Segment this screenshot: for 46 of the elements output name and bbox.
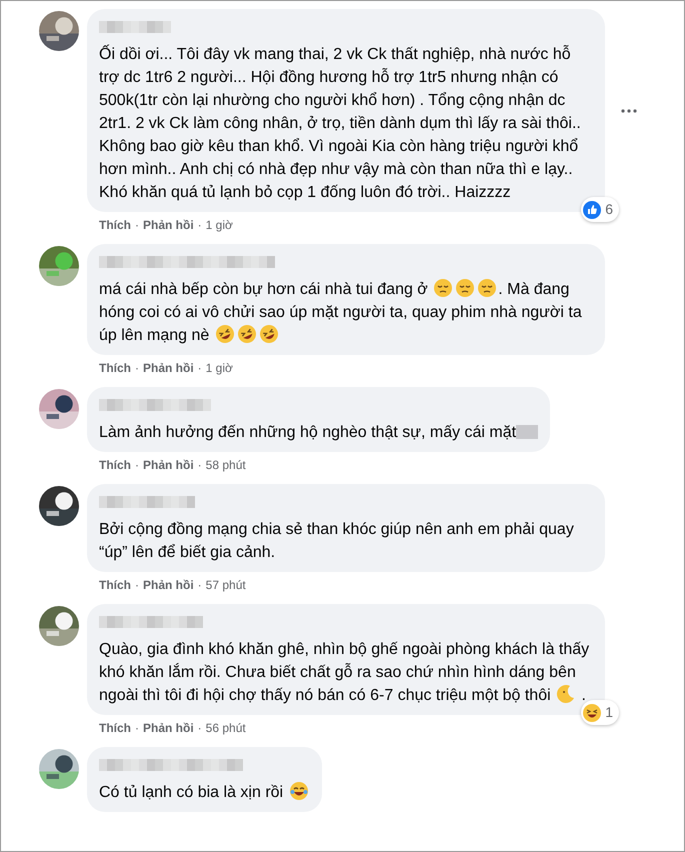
like-link[interactable]: Thích — [99, 576, 131, 594]
reaction-count: 6 — [605, 200, 613, 219]
like-link[interactable]: Thích — [99, 359, 131, 377]
pensive-face-icon — [477, 278, 498, 298]
separator-dot: · — [198, 720, 202, 737]
blurred-name — [99, 21, 171, 33]
reply-link[interactable]: Phản hồi — [143, 216, 194, 234]
like-link[interactable]: Thích — [99, 719, 131, 737]
laughing-face-icon — [236, 324, 257, 344]
tears-of-joy-face-icon — [288, 781, 309, 801]
reply-link[interactable]: Phản hồi — [143, 359, 194, 377]
separator-dot: · — [135, 577, 139, 594]
thumbs-up-icon — [583, 200, 602, 218]
pensive-face-icon — [455, 278, 476, 298]
separator-dot: · — [198, 217, 202, 234]
comment-time[interactable]: 1 giờ — [206, 216, 233, 234]
separator-dot: · — [198, 577, 202, 594]
comment-text: Làm ảnh hưởng đến những hộ nghèo thật sự, mấy cái mặt — [99, 421, 538, 444]
pensive-face-icon — [433, 278, 454, 298]
reply-link[interactable]: Phản hồi — [143, 456, 194, 474]
separator-dot: · — [198, 360, 202, 377]
separator-dot: · — [135, 720, 139, 737]
comment-time[interactable]: 1 giờ — [206, 359, 233, 377]
comment-text: Có tủ lạnh có bia là xịn rồi — [99, 781, 310, 804]
reaction-badge[interactable]: 1 — [581, 700, 619, 725]
comment-time[interactable]: 58 phút — [206, 456, 246, 474]
reply-link[interactable]: Phản hồi — [143, 719, 194, 737]
like-link[interactable]: Thích — [99, 216, 131, 234]
laughing-face-icon — [583, 704, 602, 722]
laughing-face-icon — [258, 324, 279, 344]
reply-link[interactable]: Phản hồi — [143, 576, 194, 594]
laughing-face-icon — [214, 324, 235, 344]
separator-dot: · — [135, 360, 139, 377]
separator-dot: · — [198, 457, 202, 474]
comment-time[interactable]: 56 phút — [206, 719, 246, 737]
comment-text: má cái nhà bếp còn bự hơn cái nhà tui đang ở . Mà đang hóng coi có ai vô chửi sao úp mặt người ta, quay phim nhà người ta úp lên mạng nè — [99, 278, 593, 347]
like-link[interactable]: Thích — [99, 456, 131, 474]
separator-dot: · — [135, 217, 139, 234]
comment-text: Ối dồi ơi... Tôi đây vk mang thai, 2 vk Ck thất nghiệp, nhà nước hỗ trợ dc 1tr6 2 người... Hội đồng hương hỗ trợ 1tr5 nhưng nhận có 500k(1tr còn lại nhường cho người khổ hơn) . Tổng cộng nhận dc 2tr1. 2 vk Ck làm công nhân, ở trọ, tiền dành dụm thì lấy ra sài thôi.. Không bao giờ kêu than khổ. Vì ngoài Kia còn hàng triệu người khổ hơn mình.. Anh chị có nhà đẹp như vậy mà còn than nữa thì e lạy.. Khó khăn quá tủ lạnh bỏ cọp 1 đống luôn đó trời.. Haizzzz — [99, 44, 582, 203]
comment-text: Bởi cộng đồng mạng chia sẻ than khóc giúp nên anh em phải quay “úp” lên để biết gia cảnh. — [99, 520, 575, 563]
reaction-badge[interactable]: 6 — [581, 197, 619, 222]
reaction-count: 1 — [605, 703, 613, 722]
more-options-icon[interactable] — [621, 108, 637, 112]
separator-dot: · — [135, 457, 139, 474]
comment-time[interactable]: 57 phút — [206, 576, 246, 594]
moon-face-icon — [556, 684, 576, 704]
